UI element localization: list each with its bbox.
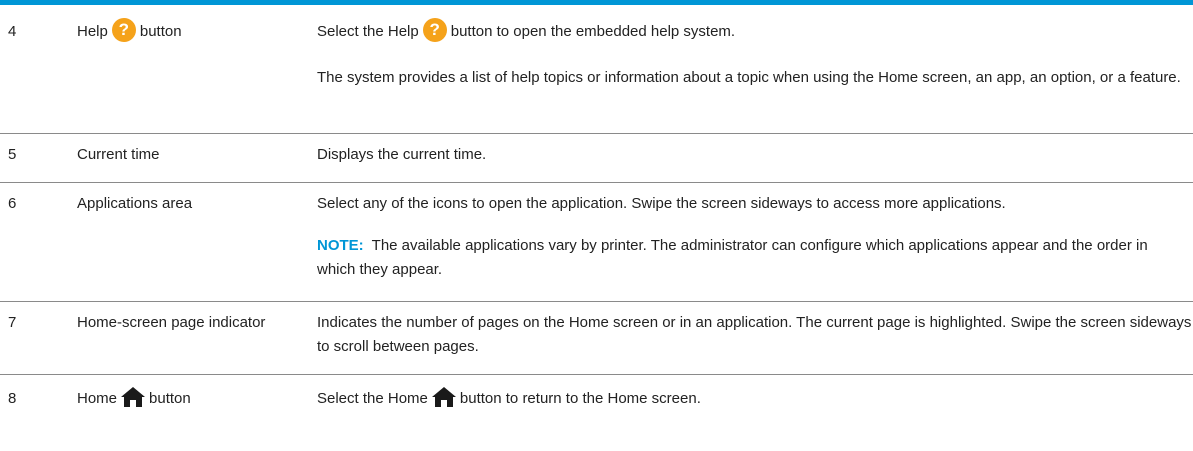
home-icon [121,387,146,408]
row-divider [0,133,1193,134]
note: NOTE: The available applications vary by … [317,234,1187,282]
item-text: Home [77,390,118,407]
help-icon: ? [111,18,136,43]
row-number: 6 [8,195,17,212]
row-description: Displays the current time. [317,146,487,163]
row-number: 5 [8,146,17,163]
description-paragraph: Select any of the icons to open the appl… [317,195,1006,212]
item-text: button [149,390,191,407]
row-description: Indicates the number of pages on the Hom… [317,314,1192,355]
row-item: Current time [77,146,160,163]
row-item: Applications area [77,195,193,212]
row-number: 7 [8,314,17,331]
note-label: NOTE: [317,237,364,254]
item-text: button [139,23,182,40]
home-icon [431,387,456,408]
row-item: Help? button [77,18,182,44]
row-number: 4 [8,23,17,40]
description-paragraph: The system provides a list of help topic… [317,69,1181,87]
row-description: Select any of the icons to open the appl… [317,192,1193,282]
row-divider [0,374,1193,375]
row-description: Select the Home button to return to the H… [317,387,1193,411]
item-text: Help [77,23,108,40]
row-divider [0,182,1193,183]
description-paragraph: Select the Help? button to open the embed… [317,18,1193,44]
row-divider [0,301,1193,302]
row-number: 8 [8,390,17,407]
row-item: Home-screen page indicator [77,314,266,331]
row-item: Home button [77,387,191,411]
note-text: The available applications vary by print… [317,237,1148,278]
row-description: Select the Help? button to open the embed… [317,18,1193,90]
table-top-rule [0,0,1193,5]
help-icon: ? [422,18,447,43]
